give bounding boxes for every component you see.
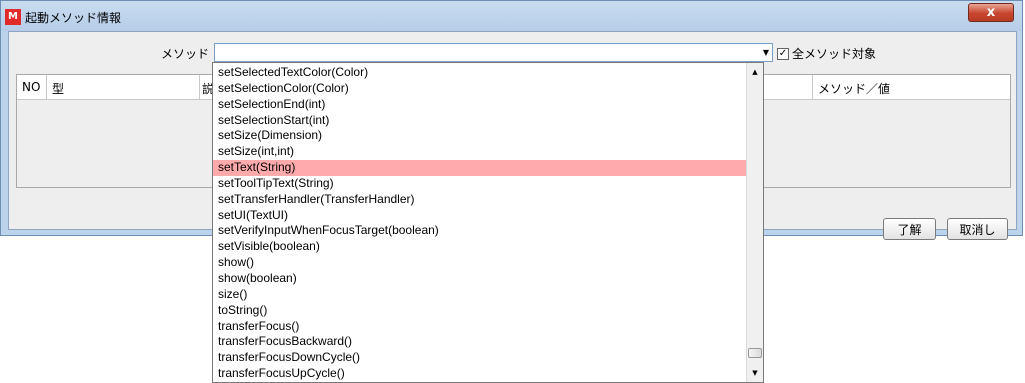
column-header-no[interactable]: NO <box>22 80 40 94</box>
all-methods-checkbox[interactable]: ✓ <box>777 47 789 60</box>
dropdown-option[interactable]: transferFocusBackward() <box>213 334 746 350</box>
method-dropdown-list[interactable]: setSelectedTextColor(Color) setSelectionC… <box>212 62 764 383</box>
dropdown-option[interactable]: setVisible(boolean) <box>213 239 746 255</box>
dialog-title: 起動メソッド情報 <box>25 11 122 25</box>
dropdown-option[interactable]: setSize(int,int) <box>213 144 746 160</box>
all-methods-toggle[interactable]: ✓ 全メソッド対象 <box>777 45 876 62</box>
column-divider[interactable] <box>46 75 47 99</box>
dropdown-option[interactable]: show() <box>213 255 746 271</box>
dropdown-option[interactable]: setToolTipText(String) <box>213 176 746 192</box>
cancel-button[interactable]: 取消し <box>947 218 1008 240</box>
scroll-up-icon[interactable]: ▲ <box>747 65 763 79</box>
dropdown-items: setSelectedTextColor(Color) setSelectionC… <box>213 65 746 382</box>
app-logo-icon: M <box>5 9 21 25</box>
dropdown-option[interactable]: setSelectionStart(int) <box>213 113 746 129</box>
scrollbar-thumb[interactable] <box>748 347 762 358</box>
ok-button[interactable]: 了解 <box>883 218 936 240</box>
vertical-scrollbar[interactable]: ▲ ▼ <box>746 63 763 382</box>
all-methods-label: 全メソッド対象 <box>792 47 877 61</box>
dropdown-option[interactable]: setUI(TextUI) <box>213 208 746 224</box>
method-combobox[interactable]: ▼ <box>214 43 773 62</box>
dropdown-option[interactable]: setSelectionEnd(int) <box>213 97 746 113</box>
dropdown-option[interactable]: setSelectedTextColor(Color) <box>213 65 746 81</box>
column-header-type[interactable]: 型 <box>52 80 64 97</box>
title-bar[interactable]: M 起動メソッド情報 x <box>1 1 1022 31</box>
dropdown-option[interactable]: setSize(Dimension) <box>213 128 746 144</box>
column-divider[interactable] <box>199 75 200 99</box>
dropdown-option[interactable]: show(boolean) <box>213 271 746 287</box>
close-icon: x <box>986 5 996 20</box>
dropdown-option[interactable]: size() <box>213 287 746 303</box>
dropdown-option[interactable]: transferFocusUpCycle() <box>213 366 746 382</box>
column-divider[interactable] <box>812 75 813 99</box>
dropdown-option[interactable]: setVerifyInputWhenFocusTarget(boolean) <box>213 223 746 239</box>
close-button[interactable]: x <box>968 3 1014 22</box>
dropdown-option[interactable]: toString() <box>213 303 746 319</box>
dropdown-option[interactable]: setTransferHandler(TransferHandler) <box>213 192 746 208</box>
method-label: メソッド <box>161 47 210 61</box>
dropdown-option[interactable]: transferFocusDownCycle() <box>213 350 746 366</box>
scroll-down-icon[interactable]: ▼ <box>747 366 763 380</box>
dropdown-option[interactable]: setText(String) <box>213 160 746 176</box>
dropdown-option[interactable]: transferFocus() <box>213 319 746 335</box>
chevron-down-icon[interactable]: ▼ <box>763 48 769 57</box>
dropdown-option[interactable]: setSelectionColor(Color) <box>213 81 746 97</box>
column-header-method-value[interactable]: メソッド／値 <box>818 80 890 97</box>
